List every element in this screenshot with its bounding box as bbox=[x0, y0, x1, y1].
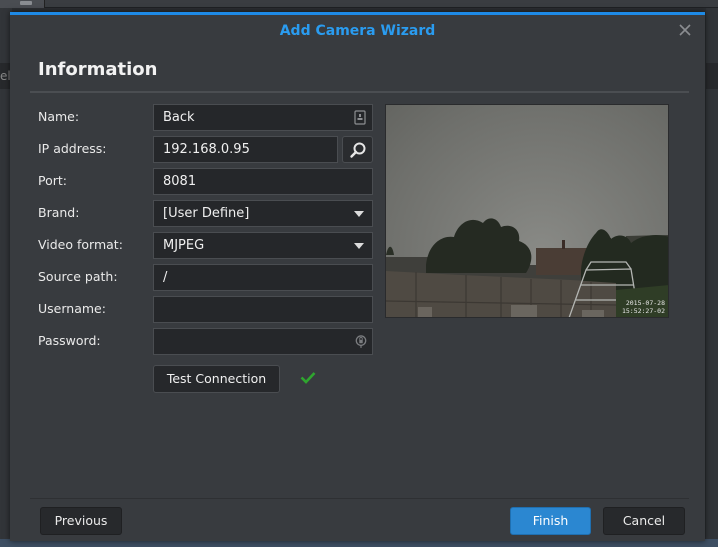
cancel-button[interactable]: Cancel bbox=[603, 507, 685, 535]
port-input[interactable]: 8081 bbox=[153, 168, 373, 195]
brand-select[interactable]: [User Define] bbox=[153, 200, 373, 227]
camera-preview-image: 2015-07-28 15:52:27-02 bbox=[385, 104, 669, 318]
source-path-row: Source path: / bbox=[38, 264, 378, 291]
name-label: Name: bbox=[38, 109, 80, 124]
brand-label: Brand: bbox=[38, 205, 80, 220]
name-row: Name: Back bbox=[38, 104, 378, 131]
port-label: Port: bbox=[38, 173, 67, 188]
search-camera-button[interactable] bbox=[342, 136, 373, 163]
finish-button[interactable]: Finish bbox=[510, 507, 591, 535]
preview-timestamp: 2015-07-28 15:52:27-02 bbox=[622, 299, 665, 315]
username-row: Username: bbox=[38, 296, 378, 323]
previous-button[interactable]: Previous bbox=[40, 507, 122, 535]
footer-divider bbox=[30, 498, 689, 499]
ip-address-input[interactable]: 192.168.0.95 bbox=[153, 136, 338, 163]
video-format-label: Video format: bbox=[38, 237, 123, 252]
video-format-value: MJPEG bbox=[163, 238, 205, 253]
password-input[interactable] bbox=[153, 328, 373, 355]
background-right-item bbox=[706, 63, 718, 89]
contact-card-icon[interactable] bbox=[354, 110, 366, 125]
background-tab[interactable] bbox=[0, 0, 45, 8]
background-tab-icon bbox=[20, 1, 32, 5]
ip-address-label: IP address: bbox=[38, 141, 107, 156]
preview-timestamp-date: 2015-07-28 bbox=[625, 299, 665, 307]
chevron-down-icon[interactable] bbox=[354, 211, 364, 217]
section-title: Information bbox=[38, 59, 158, 80]
username-input[interactable] bbox=[153, 296, 373, 323]
source-path-input[interactable]: / bbox=[153, 264, 373, 291]
video-format-row: Video format: MJPEG bbox=[38, 232, 378, 259]
brand-row: Brand: [User Define] bbox=[38, 200, 378, 227]
name-input[interactable]: Back bbox=[153, 104, 373, 131]
close-icon bbox=[679, 24, 691, 36]
brand-value: [User Define] bbox=[163, 206, 250, 221]
password-label: Password: bbox=[38, 333, 101, 348]
search-icon bbox=[350, 142, 366, 158]
dialog-title: Add Camera Wizard bbox=[279, 23, 436, 39]
close-button[interactable] bbox=[677, 22, 693, 38]
chevron-down-icon[interactable] bbox=[354, 243, 364, 249]
background-right-panel bbox=[706, 8, 718, 547]
name-value: Back bbox=[163, 110, 195, 125]
port-row: Port: 8081 bbox=[38, 168, 378, 195]
video-format-select[interactable]: MJPEG bbox=[153, 232, 373, 259]
section-divider bbox=[30, 91, 689, 93]
preview-scenery bbox=[386, 218, 668, 317]
ip-address-row: IP address: 192.168.0.95 bbox=[38, 136, 378, 163]
username-label: Username: bbox=[38, 301, 106, 316]
password-lock-icon[interactable] bbox=[355, 334, 367, 349]
background-topbar bbox=[0, 0, 718, 8]
test-connection-button[interactable]: Test Connection bbox=[153, 365, 280, 393]
add-camera-wizard-dialog: Add Camera Wizard Information Name: Back… bbox=[10, 12, 705, 541]
password-row: Password: bbox=[38, 328, 378, 355]
preview-timestamp-time: 15:52:27-02 bbox=[621, 307, 665, 315]
checkmark-icon bbox=[300, 372, 316, 384]
source-path-label: Source path: bbox=[38, 269, 118, 284]
